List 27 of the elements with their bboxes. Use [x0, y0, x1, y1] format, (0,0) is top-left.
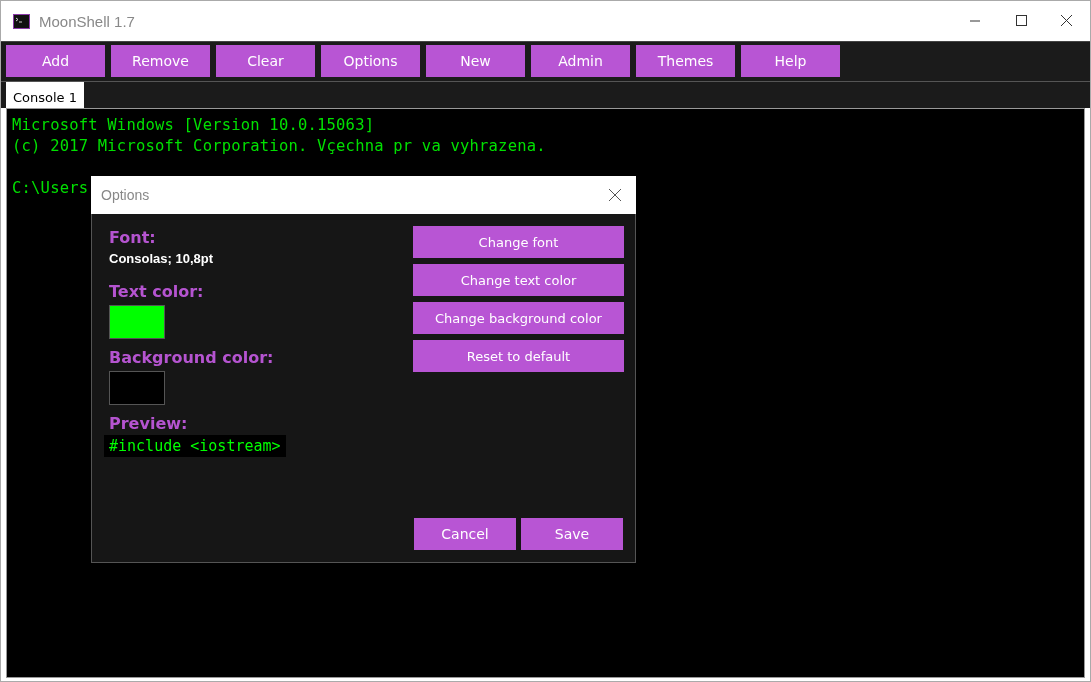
color-label: Background color: — [109, 348, 275, 367]
color-label: Text color: — [109, 282, 205, 301]
toolbar-button[interactable]: New — [426, 45, 525, 77]
console-tab[interactable]: Console 1 — [6, 82, 84, 108]
toolbar-button[interactable]: Options — [321, 45, 420, 77]
dialog-title: Options — [101, 187, 150, 203]
toolbar-button[interactable]: Admin — [531, 45, 630, 77]
toolbar-button[interactable]: Themes — [636, 45, 735, 77]
terminal-icon — [13, 13, 30, 29]
window-title: MoonShell 1.7 — [39, 12, 135, 30]
console-line: Microsoft Windows [Version 10.0.15063] — [12, 115, 375, 136]
action-button[interactable]: Change text color — [413, 264, 624, 296]
toolbar-button[interactable]: Add — [6, 45, 105, 77]
console-line: (c) 2017 Microsoft Corporation. Vçechna pr va vyhrazena. — [12, 136, 546, 157]
toolbar-button[interactable]: Help — [741, 45, 840, 77]
dialog-button[interactable]: Cancel — [414, 518, 516, 550]
toolbar-button[interactable]: Remove — [111, 45, 210, 77]
toolbar-button[interactable]: Clear — [216, 45, 315, 77]
action-button[interactable]: Change font — [413, 226, 624, 258]
font-value: Consolas; 10,8pt — [109, 251, 215, 266]
action-button[interactable]: Change background color — [413, 302, 624, 334]
preview-text: #include <iostream> — [104, 435, 286, 457]
font-label: Font: — [109, 228, 157, 247]
preview-label: Preview: — [109, 414, 189, 433]
console-prompt: C:\Users — [12, 178, 89, 199]
action-button[interactable]: Reset to default — [413, 340, 624, 372]
dialog-button[interactable]: Save — [521, 518, 623, 550]
